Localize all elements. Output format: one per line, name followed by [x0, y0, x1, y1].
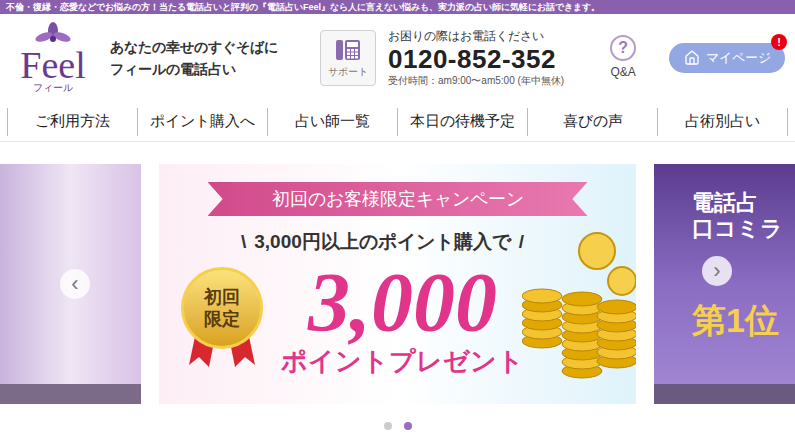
- top-strip: 不倫・復縁・恋愛などでお悩みの方！当たる電話占いと評判の『電話占いFeel』なら…: [0, 0, 795, 14]
- logo[interactable]: Feelフィール: [10, 22, 96, 94]
- prev-arrow[interactable]: ‹: [60, 269, 90, 299]
- header: Feelフィールあなたの幸せのすぐそばにフィールの電話占いサポートお困りの際はお…: [0, 14, 795, 102]
- nav-item[interactable]: 占術別占い: [657, 108, 788, 136]
- mypage-button[interactable]: マイページ!: [669, 43, 785, 73]
- nav-item[interactable]: 本日の待機予定: [397, 108, 527, 136]
- center-slide[interactable]: 初回のお客様限定キャンペーン \3,000円以上のポイント購入で/初回限定 3,00…: [159, 164, 636, 404]
- contact: お困りの際はお電話ください0120-852-352受付時間：am9:00〜am5…: [388, 29, 564, 87]
- page: 不倫・復縁・恋愛などでお悩みの方！当たる電話占いと評判の『電話占いFeel』なら…: [0, 0, 795, 446]
- notification-badge: !: [771, 34, 787, 50]
- tagline: あなたの幸せのすぐそばにフィールの電話占い: [110, 36, 278, 80]
- campaign-condition: \3,000円以上のポイント購入で/: [241, 228, 524, 257]
- right-slide[interactable]: 電話占口コミラ第1位›: [654, 164, 795, 404]
- first-time-medal: 初回限定: [179, 267, 265, 349]
- nav-item[interactable]: ご利用方法: [7, 108, 137, 136]
- left-slide[interactable]: ‹: [0, 164, 141, 404]
- support-phone-icon: [335, 38, 361, 62]
- next-arrow[interactable]: ›: [702, 256, 732, 286]
- support-button[interactable]: サポート: [320, 30, 376, 86]
- home-icon: [684, 50, 700, 66]
- carousel-dot[interactable]: [404, 422, 412, 430]
- logo-flower-icon: [33, 22, 73, 48]
- coins-icon: [522, 221, 636, 396]
- campaign-amount: 3,000: [308, 261, 497, 345]
- campaign-suffix: ポイントプレゼント: [281, 345, 524, 377]
- carousel-dots: [0, 422, 795, 430]
- nav-item[interactable]: 喜びの声: [527, 108, 657, 136]
- nav-bar: ご利用方法ポイント購入へ占い師一覧本日の待機予定喜びの声占術別占い: [0, 102, 795, 142]
- rank-label: 第1位: [692, 300, 795, 340]
- phone-number[interactable]: 0120-852-352: [388, 44, 564, 74]
- question-icon: ?: [610, 35, 636, 61]
- carousel: ‹ 初回のお客様限定キャンペーン \3,000円以上のポイント購入で/初回限定 3,0…: [0, 164, 795, 404]
- nav-item[interactable]: 占い師一覧: [267, 108, 397, 136]
- nav-item[interactable]: ポイント購入へ: [137, 108, 267, 136]
- carousel-dot[interactable]: [384, 422, 392, 430]
- campaign-ribbon: 初回のお客様限定キャンペーン: [208, 182, 588, 216]
- qa-link[interactable]: ?Q&A: [610, 35, 636, 81]
